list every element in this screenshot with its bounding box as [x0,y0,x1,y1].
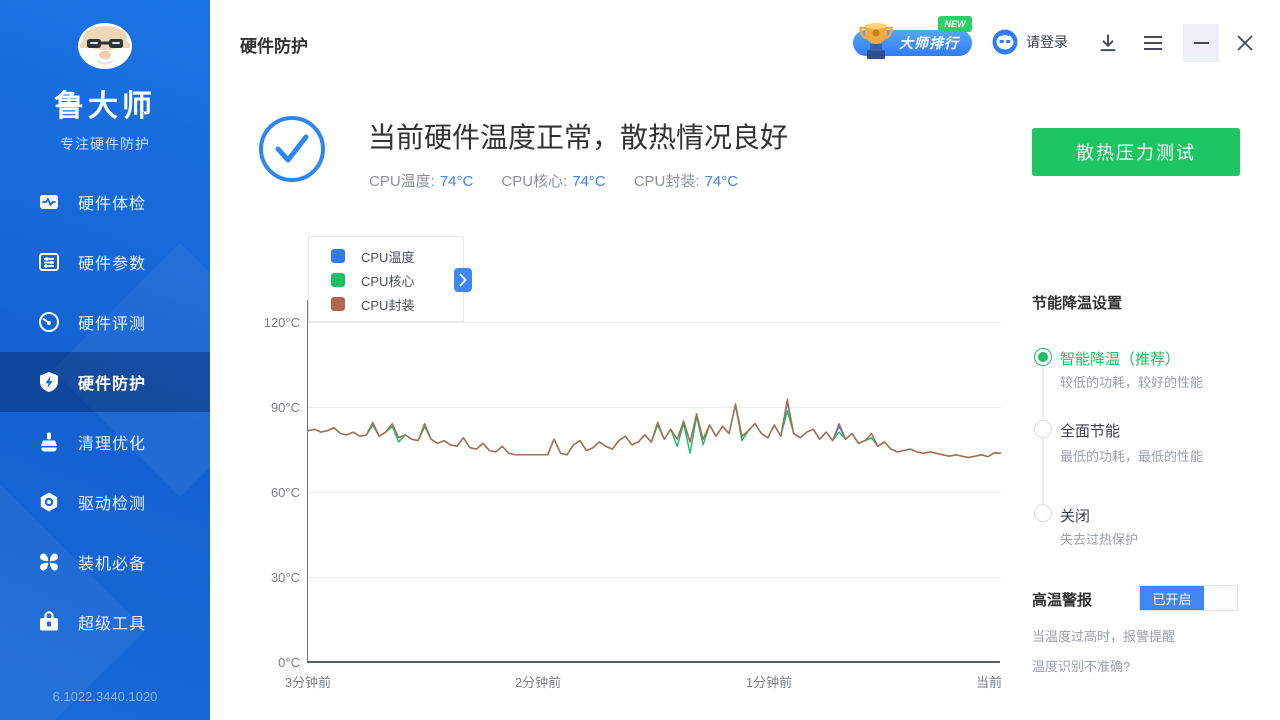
sidebar-item-hardware-protection[interactable]: 硬件防护 [0,352,210,412]
sidebar-item-cleanup[interactable]: 清理优化 [0,412,210,472]
x-axis-tick: 1分钟前 [739,672,799,691]
trophy-icon [855,18,897,69]
legend-swatch-green [331,273,345,287]
legend-label: CPU封装 [361,295,414,314]
radio-off[interactable] [1034,504,1052,522]
metric-cpu-package: CPU封装: 74°C [634,170,738,191]
master-ranking-button[interactable]: 大师排行 [853,30,972,56]
close-icon [1234,32,1256,54]
benchmark-icon [37,310,61,334]
option-off-label[interactable]: 关闭 [1060,505,1090,526]
app-version: 6.1022.3440.1020 [0,689,210,704]
radio-smart-cooling[interactable] [1034,348,1052,366]
legend-swatch-blue [331,249,345,263]
sidebar-item-label: 硬件体检 [78,190,146,214]
toggle-on-label: 已开启 [1140,586,1204,610]
login-label: 请登录 [1026,32,1068,52]
sidebar-item-hardware-params[interactable]: 硬件参数 [0,232,210,292]
y-axis-tick: 90°C [240,400,300,416]
temperature-chart [307,300,1000,663]
metric-cpu-core: CPU核心: 74°C [501,170,605,191]
metric-label: CPU封装: [634,173,700,190]
metric-value: 74°C [440,173,474,190]
legend-label: CPU核心 [361,271,414,290]
legend-swatch-brown [331,297,345,311]
sidebar-item-label: 驱动检测 [78,490,146,514]
page-title: 硬件防护 [240,32,308,57]
metric-label: CPU温度: [369,173,435,190]
health-check-icon [37,190,61,214]
sidebar-item-label: 装机必备 [78,550,146,574]
mascot-logo-icon [67,18,143,70]
chart-line-series [308,300,1001,663]
radio-full-power-saving[interactable] [1034,420,1052,438]
download-icon [1097,32,1119,54]
x-axis-tick: 2分钟前 [508,672,568,691]
x-axis-tick: 当前 [946,672,1002,691]
app-tagline: 专注硬件防护 [0,134,210,154]
cleanup-icon [37,430,61,454]
sidebar-item-essentials[interactable]: 装机必备 [0,532,210,592]
minimize-button[interactable] [1183,24,1219,62]
app-name: 鲁大师 [0,81,210,125]
sidebar-item-label: 超级工具 [78,610,146,634]
legend-item-cpu-temp[interactable]: CPU温度 [331,244,463,268]
sidebar: 鲁大师 专注硬件防护 硬件体检 硬件参数 硬件评测 [0,0,210,720]
toolbox-icon [37,610,61,634]
temp-accuracy-link[interactable]: 温度识别不准确? [1032,656,1130,675]
new-badge: NEW [938,16,972,32]
driver-detect-icon [37,490,61,514]
metric-value: 74°C [705,173,739,190]
y-axis-tick: 0°C [240,655,300,671]
ludashi-app-window: 鲁大师 专注硬件防护 硬件体检 硬件参数 硬件评测 [0,0,1280,720]
legend-item-cpu-core[interactable]: CPU核心 [331,268,463,292]
cooling-settings-title: 节能降温设置 [1032,292,1122,313]
option-smart-cooling-desc: 较低的功耗，较好的性能 [1060,372,1203,391]
status-headline: 当前硬件温度正常，散热情况良好 [368,116,788,156]
y-axis-tick: 60°C [240,485,300,501]
login-button[interactable]: 请登录 [992,29,1068,55]
metric-value: 74°C [572,173,606,190]
download-button[interactable] [1096,31,1120,55]
cpu-metrics: CPU温度: 74°C CPU核心: 74°C CPU封装: 74°C [369,170,766,191]
sidebar-item-label: 清理优化 [78,430,146,454]
sidebar-item-driver-detect[interactable]: 驱动检测 [0,472,210,532]
alarm-description: 当温度过高时，报警提醒 [1032,626,1175,645]
menu-icon [1142,34,1164,52]
heat-stress-test-button[interactable]: 散热压力测试 [1032,128,1240,176]
option-full-power-saving-desc: 最低的功耗，最低的性能 [1060,446,1203,465]
sidebar-item-benchmark[interactable]: 硬件评测 [0,292,210,352]
sidebar-item-label: 硬件参数 [78,250,146,274]
option-off-desc: 失去过热保护 [1060,529,1138,548]
legend-label: CPU温度 [361,247,414,266]
sidebar-item-hardware-check[interactable]: 硬件体检 [0,172,210,232]
legend-expand-button[interactable] [454,268,472,292]
sidebar-item-super-tools[interactable]: 超级工具 [0,592,210,652]
sidebar-item-label: 硬件评测 [78,310,146,334]
hardware-params-icon [37,250,61,274]
chart-legend: CPU温度 CPU核心 CPU封装 [308,236,464,322]
y-axis-tick: 30°C [240,570,300,586]
avatar-icon [992,29,1018,55]
app-logo: 鲁大师 专注硬件防护 [0,18,210,154]
legend-item-cpu-package[interactable]: CPU封装 [331,292,463,316]
metric-cpu-temp: CPU温度: 74°C [369,170,473,191]
close-button[interactable] [1231,29,1259,57]
high-temp-alarm-toggle[interactable]: 已开启 [1139,585,1238,611]
master-ranking-label: 大师排行 [899,33,959,53]
essentials-icon [37,550,61,574]
option-full-power-saving-label[interactable]: 全面节能 [1060,420,1120,441]
status-ok-icon [259,116,325,182]
sidebar-item-label: 硬件防护 [78,370,146,394]
chevron-right-icon [458,272,468,288]
y-axis-tick: 120°C [240,315,300,331]
shield-protection-icon [37,370,61,394]
metric-label: CPU核心: [501,173,567,190]
option-smart-cooling-label[interactable]: 智能降温（推荐） [1060,348,1180,369]
sidebar-nav: 硬件体检 硬件参数 硬件评测 硬件防护 [0,172,210,652]
minimize-icon [1194,42,1209,44]
high-temp-alarm-title: 高温警报 [1032,589,1092,610]
x-axis-tick: 3分钟前 [279,672,337,691]
main-menu-button[interactable] [1141,33,1165,53]
